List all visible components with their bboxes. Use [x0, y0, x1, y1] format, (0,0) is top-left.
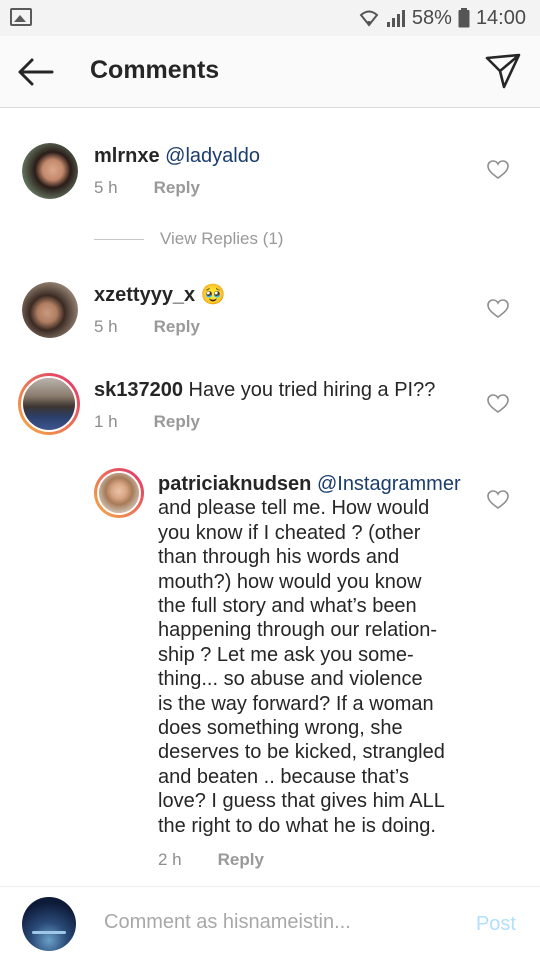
comment-mention[interactable]: @Instagrammer — [317, 473, 461, 495]
page-title: Comments — [90, 56, 220, 84]
comment-time: 2 h — [158, 850, 182, 869]
status-bar: 58% 14:00 — [0, 0, 540, 36]
post-button[interactable]: Post — [476, 913, 516, 936]
comment-username[interactable]: xzettyyy_x — [94, 284, 195, 306]
share-button[interactable] — [484, 52, 522, 90]
clock: 14:00 — [475, 6, 526, 29]
signal-icon — [386, 8, 406, 28]
avatar[interactable] — [22, 143, 78, 199]
paper-plane-icon — [485, 53, 521, 89]
reply-button[interactable]: Reply — [218, 850, 264, 870]
comment-body: and please tell me. How would you know i… — [158, 496, 488, 838]
heart-icon[interactable] — [487, 160, 509, 180]
comment-line: does something wrong, she — [158, 717, 403, 740]
reply-button[interactable]: Reply — [154, 178, 200, 198]
comment-composer: Post — [0, 886, 540, 960]
comment-line: and beaten .. because that’s — [158, 765, 409, 788]
comment-line: you know if I cheated ? (other — [158, 521, 421, 544]
comment-username[interactable]: patriciaknudsen — [158, 473, 311, 495]
heart-icon[interactable] — [487, 394, 509, 414]
avatar[interactable] — [22, 282, 78, 338]
battery-percent: 58% — [411, 6, 452, 29]
comment-line: the full story and what’s been — [158, 595, 417, 618]
comment-line: is the way forward? If a woman — [158, 692, 434, 715]
avatar[interactable] — [94, 468, 144, 518]
comment-line: thing... so abuse and violence — [158, 668, 423, 691]
reply-button[interactable]: Reply — [154, 317, 200, 337]
current-user-avatar — [22, 897, 76, 951]
comment-line: the right to do what he is doing. — [158, 814, 436, 837]
comment-line: deserves to be kicked, strangled — [158, 741, 445, 764]
comment-line: and please tell me. How would — [158, 497, 430, 520]
comment-username[interactable]: sk137200 — [94, 379, 183, 401]
header-bar: Comments — [0, 36, 540, 108]
comment-body: Have you tried hiring a PI?? — [188, 379, 436, 401]
comment-line: happening through our relation- — [158, 619, 438, 642]
avatar[interactable] — [18, 373, 80, 435]
comment-line: than through his words and — [158, 546, 400, 569]
comment-time: 1 h — [94, 412, 118, 431]
view-replies-label: View Replies (1) — [160, 229, 284, 248]
reply-button[interactable]: Reply — [154, 412, 200, 432]
view-replies-button[interactable]: View Replies (1) — [94, 229, 283, 249]
heart-icon[interactable] — [487, 299, 509, 319]
comment-line: mouth?) how would you know — [158, 570, 422, 593]
back-button[interactable] — [14, 54, 56, 90]
arrow-left-icon — [18, 58, 54, 86]
battery-icon — [458, 8, 470, 28]
comment-time: 5 h — [94, 317, 118, 336]
wifi-icon — [358, 8, 380, 28]
heart-icon[interactable] — [487, 490, 509, 510]
gallery-icon — [10, 8, 32, 26]
comment-username[interactable]: mlrnxe — [94, 145, 160, 167]
divider-line — [94, 238, 144, 240]
comment-line: ship ? Let me ask you some- — [158, 643, 414, 666]
comment-body: 🥹 — [200, 284, 226, 306]
comment-mention[interactable]: @ladyaldo — [165, 145, 260, 167]
comment-time: 5 h — [94, 178, 118, 197]
comment-input[interactable] — [104, 911, 404, 934]
comment-line: love? I guess that gives him ALL — [158, 790, 445, 813]
